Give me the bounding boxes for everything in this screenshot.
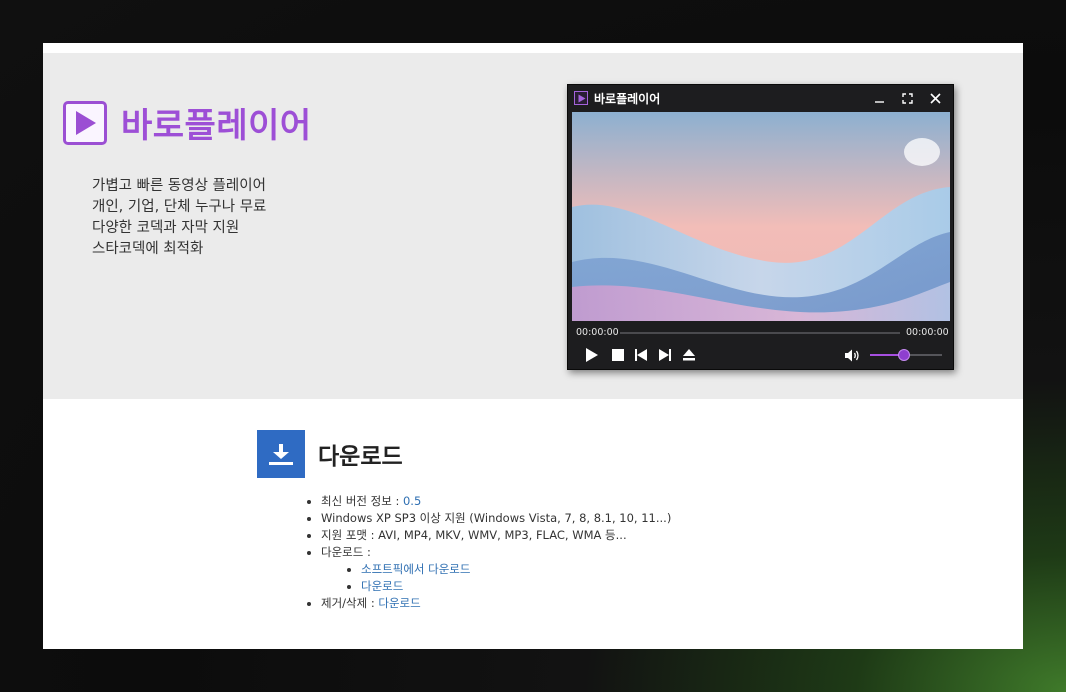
- formats-info: 지원 포맷 : AVI, MP4, MKV, WMV, MP3, FLAC, W…: [321, 527, 671, 544]
- video-area[interactable]: [572, 112, 950, 321]
- feature-list: 가볍고 빠른 동영상 플레이어 개인, 기업, 단체 누구나 무료 다양한 코덱…: [92, 176, 266, 260]
- version-info: 최신 버전 정보 : 0.5: [321, 493, 671, 510]
- volume-icon: [845, 349, 859, 361]
- hero-section: 바로플레이어 가볍고 빠른 동영상 플레이어 개인, 기업, 단체 누구나 무료…: [43, 53, 1023, 399]
- volume-handle[interactable]: [897, 349, 910, 361]
- previous-button[interactable]: [634, 345, 648, 365]
- eject-icon: [683, 349, 695, 361]
- close-button[interactable]: [921, 85, 949, 111]
- app-logo: 바로플레이어: [63, 98, 312, 147]
- play-logo-icon: [63, 100, 107, 145]
- player-controls: [568, 345, 953, 367]
- feature-item: 스타코덱에 최적화: [92, 241, 204, 257]
- video-wallpaper: [572, 112, 950, 321]
- stop-icon: [612, 349, 624, 361]
- app-title: 바로플레이어: [121, 106, 312, 146]
- download-links: 소프트픽에서 다운로드 다운로드: [321, 561, 671, 595]
- volume-button[interactable]: [844, 345, 862, 365]
- minimize-icon: [874, 100, 884, 103]
- player-titlebar[interactable]: 바로플레이어: [568, 85, 953, 111]
- download-link-item: 다운로드: [361, 578, 671, 595]
- download-title: 다운로드: [318, 444, 403, 470]
- current-time: 00:00:00: [576, 327, 619, 338]
- download-links-info: 다운로드 : 소프트픽에서 다운로드 다운로드: [321, 544, 671, 595]
- softpick-download-link[interactable]: 소프트픽에서 다운로드: [361, 562, 470, 576]
- window-controls: [865, 85, 949, 111]
- minimize-button[interactable]: [865, 85, 893, 111]
- next-icon: [659, 349, 671, 361]
- remove-info: 제거/삭제 : 다운로드: [321, 595, 671, 612]
- download-link-item: 소프트픽에서 다운로드: [361, 561, 671, 578]
- feature-item: 개인, 기업, 단체 누구나 무료: [92, 199, 267, 215]
- close-icon: [929, 92, 941, 104]
- page: 바로플레이어 가볍고 빠른 동영상 플레이어 개인, 기업, 단체 누구나 무료…: [43, 43, 1023, 649]
- maximize-button[interactable]: [893, 85, 921, 111]
- version-link[interactable]: 0.5: [403, 494, 421, 508]
- download-icon: [257, 430, 305, 478]
- maximize-icon: [901, 92, 913, 104]
- next-button[interactable]: [658, 345, 672, 365]
- seek-bar[interactable]: [620, 332, 900, 334]
- download-info-list: 최신 버전 정보 : 0.5 Windows XP SP3 이상 지원 (Win…: [305, 493, 671, 612]
- stop-button[interactable]: [611, 345, 625, 365]
- play-button[interactable]: [583, 345, 601, 365]
- eject-button[interactable]: [682, 345, 696, 365]
- player-title: 바로플레이어: [594, 91, 661, 106]
- download-header: 다운로드: [257, 430, 403, 478]
- os-support-info: Windows XP SP3 이상 지원 (Windows Vista, 7, …: [321, 510, 671, 527]
- player-window: 바로플레이어 00:00:00 00:00:00: [567, 84, 954, 370]
- app-play-icon: [574, 91, 588, 105]
- feature-item: 다양한 코덱과 자막 지원: [92, 220, 240, 236]
- direct-download-link[interactable]: 다운로드: [361, 579, 403, 593]
- total-time: 00:00:00: [906, 327, 949, 338]
- play-icon: [586, 348, 598, 362]
- volume-slider[interactable]: [870, 349, 942, 361]
- feature-item: 가볍고 빠른 동영상 플레이어: [92, 178, 266, 194]
- previous-icon: [635, 349, 647, 361]
- remove-download-link[interactable]: 다운로드: [378, 596, 420, 610]
